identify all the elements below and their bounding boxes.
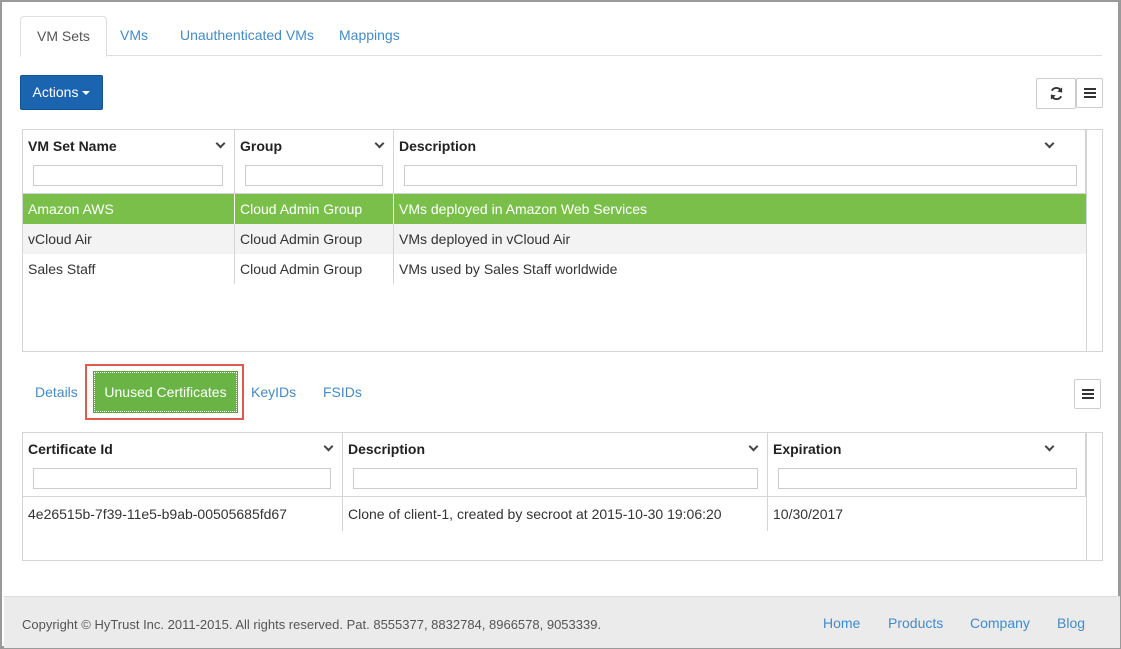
tab-vm-sets[interactable]: VM Sets — [20, 16, 107, 57]
chevron-down-icon[interactable] — [323, 441, 334, 452]
column-header-description[interactable]: Description — [343, 433, 768, 496]
cell-group: Cloud Admin Group — [235, 194, 394, 224]
chevron-down-icon[interactable] — [215, 138, 226, 149]
column-header-certificate-id[interactable]: Certificate Id — [23, 433, 343, 496]
filter-input-description[interactable] — [404, 165, 1077, 186]
tab-unused-certificates[interactable]: Unused Certificates — [93, 371, 238, 413]
grid-menu-button[interactable] — [1074, 379, 1101, 409]
scrollbar[interactable] — [1086, 130, 1102, 351]
footer: Copyright © HyTrust Inc. 2011-2015. All … — [4, 596, 1120, 648]
footer-link-company[interactable]: Company — [970, 615, 1030, 631]
column-header-expiration[interactable]: Expiration — [768, 433, 1086, 496]
footer-link-products[interactable]: Products — [888, 615, 943, 631]
cell-description: VMs used by Sales Staff worldwide — [399, 261, 618, 277]
cell-certificate-id: 4e26515b-7f39-11e5-b9ab-00505685fd67 — [23, 497, 343, 531]
refresh-button[interactable] — [1036, 78, 1076, 109]
table-row[interactable]: 4e26515b-7f39-11e5-b9ab-00505685fd67 Clo… — [23, 497, 1086, 531]
cell-vm-set-name: vCloud Air — [23, 224, 235, 254]
chevron-down-icon[interactable] — [748, 441, 759, 452]
chevron-down-icon[interactable] — [1044, 138, 1055, 149]
grid-header: Certificate Id Description Expiration — [23, 433, 1086, 497]
tab-mappings[interactable]: Mappings — [323, 16, 416, 56]
cell-group: Cloud Admin Group — [235, 254, 394, 284]
filter-input-certificate-id[interactable] — [33, 468, 331, 489]
table-row[interactable]: Amazon AWS Cloud Admin Group VMs deploye… — [23, 194, 1086, 224]
cell-expiration: 10/30/2017 — [773, 506, 844, 522]
footer-link-blog[interactable]: Blog — [1057, 615, 1085, 631]
tab-keyids[interactable]: KeyIDs — [251, 375, 296, 410]
tab-fsids[interactable]: FSIDs — [323, 375, 362, 410]
filter-input-group[interactable] — [245, 165, 383, 186]
column-title: Expiration — [773, 441, 842, 457]
cell-description: VMs deployed in vCloud Air — [399, 231, 571, 247]
table-row[interactable]: Sales Staff Cloud Admin Group VMs used b… — [23, 254, 1086, 284]
cell-description: VMs deployed in Amazon Web Services — [399, 201, 647, 217]
scrollbar[interactable] — [1086, 433, 1102, 560]
top-tab-bar: VM Sets VMs Unauthenticated VMs Mappings — [20, 16, 1102, 57]
copyright-text: Copyright © HyTrust Inc. 2011-2015. All … — [22, 617, 602, 632]
column-header-vm-set-name[interactable]: VM Set Name — [23, 130, 235, 193]
cell-vm-set-name: Sales Staff — [23, 254, 235, 284]
column-header-description[interactable]: Description — [394, 130, 1086, 193]
refresh-icon — [1050, 86, 1063, 101]
cell-group: Cloud Admin Group — [235, 224, 394, 254]
table-row[interactable]: vCloud Air Cloud Admin Group VMs deploye… — [23, 224, 1086, 254]
footer-link-home[interactable]: Home — [823, 615, 860, 631]
cell-description: Clone of client-1, created by secroot at… — [343, 497, 768, 531]
column-title: Group — [240, 138, 282, 154]
tab-vms[interactable]: VMs — [104, 16, 164, 56]
filter-input-expiration[interactable] — [778, 468, 1077, 489]
filter-input-vm-set-name[interactable] — [33, 165, 223, 186]
cell-vm-set-name: Amazon AWS — [23, 194, 235, 224]
column-title: VM Set Name — [28, 138, 117, 154]
column-title: Certificate Id — [28, 441, 113, 457]
chevron-down-icon[interactable] — [374, 138, 385, 149]
filter-input-description[interactable] — [353, 468, 758, 489]
actions-button-label: Actions — [32, 84, 79, 100]
chevron-down-icon[interactable] — [1044, 441, 1055, 452]
vm-sets-grid: VM Set Name Group Description Amazon AWS… — [22, 129, 1103, 352]
column-header-group[interactable]: Group — [235, 130, 394, 193]
grid-header: VM Set Name Group Description — [23, 130, 1086, 194]
column-title: Description — [348, 441, 426, 457]
actions-button[interactable]: Actions — [20, 75, 103, 110]
certificates-grid: Certificate Id Description Expiration 4e… — [22, 432, 1103, 561]
caret-down-icon — [82, 91, 91, 96]
app-window: VM Sets VMs Unauthenticated VMs Mappings… — [0, 0, 1121, 649]
column-title: Description — [399, 138, 477, 154]
grid-menu-button[interactable] — [1076, 78, 1103, 108]
tab-unauthenticated-vms[interactable]: Unauthenticated VMs — [164, 16, 330, 56]
tab-details[interactable]: Details — [35, 375, 78, 410]
